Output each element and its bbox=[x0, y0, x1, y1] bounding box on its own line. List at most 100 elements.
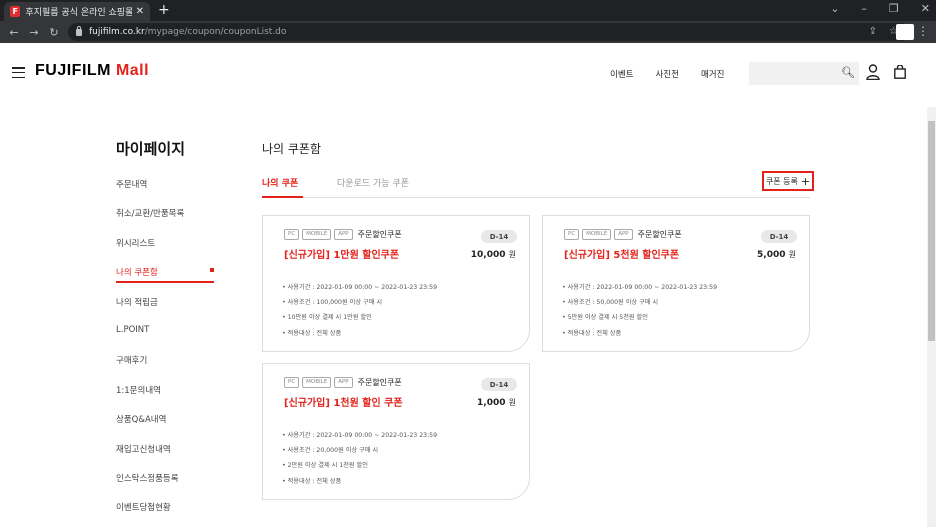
coupon-amount: 10,000 원 bbox=[471, 249, 516, 260]
url-path: /mypage/coupon/couponList.do bbox=[144, 27, 287, 37]
minimize-icon[interactable]: – bbox=[861, 2, 867, 15]
coupon-amount: 5,000 원 bbox=[757, 249, 796, 260]
coupon-amount: 1,000 원 bbox=[477, 397, 516, 408]
close-window-icon[interactable]: ✕ bbox=[921, 2, 930, 15]
shopping-bag-icon[interactable] bbox=[894, 65, 906, 79]
platform-tag-pc: PC bbox=[564, 229, 580, 240]
browser-tab-title: 후지필름 공식 온라인 쇼핑몰, 포 bbox=[25, 8, 132, 18]
coupon-tabs: 나의 쿠폰 다운로드 가능 쿠폰 bbox=[262, 176, 810, 198]
coupon-name: [신규가입] 1천원 할인 쿠폰 bbox=[284, 398, 403, 409]
active-indicator-icon bbox=[210, 268, 214, 273]
fujifilm-favicon-icon: F bbox=[10, 6, 21, 17]
page-scrollbar[interactable] bbox=[927, 107, 936, 527]
platform-tag-mobile: MOBILE bbox=[582, 229, 612, 240]
tab-downloadable-coupons[interactable]: 다운로드 가능 쿠폰 bbox=[337, 176, 409, 189]
dday-badge: D-14 bbox=[481, 230, 517, 243]
coupon-details: • 사용기간 : 2022-01-09 00:00 ~ 2022-01-23 2… bbox=[562, 282, 717, 343]
forward-arrow-icon[interactable]: → bbox=[28, 26, 40, 39]
platform-tags: PC MOBILE APP 주문할인쿠폰 bbox=[564, 229, 682, 240]
sidebar-item-orders[interactable]: 주문내역 bbox=[116, 176, 214, 205]
sidebar-item-my-coupons[interactable]: 나의 쿠폰함 bbox=[116, 264, 214, 293]
browser-menu-icon[interactable]: ⋮ bbox=[917, 24, 929, 38]
coupon-amount-unit: 원 bbox=[508, 250, 516, 259]
coupon-detail-discount: • 10만원 이상 결제 시 1만원 할인 bbox=[282, 314, 372, 322]
coupon-card: PC MOBILE APP 주문할인쿠폰 D-14 [신규가입] 1만원 할인쿠… bbox=[262, 215, 530, 352]
address-bar[interactable]: fujifilm.co.kr /mypage/coupon/couponList… bbox=[68, 23, 910, 41]
search-icon[interactable]: 🔍︎ bbox=[841, 66, 855, 79]
active-tab-underline bbox=[262, 196, 303, 198]
close-tab-icon[interactable]: ✕ bbox=[136, 6, 144, 17]
coupon-detail-discount: • 5만원 이상 결제 시 5천원 할인 bbox=[562, 314, 648, 322]
coupon-detail-condition: • 사용조건 : 100,000원 이상 구매 시 bbox=[282, 299, 383, 307]
scrollbar-thumb[interactable] bbox=[928, 121, 935, 341]
coupon-detail-period: • 사용기간 : 2022-01-09 00:00 ~ 2022-01-23 2… bbox=[282, 432, 438, 439]
sidebar-item-wishlist[interactable]: 위시리스트 bbox=[116, 235, 214, 264]
coupon-detail-discount: • 2만원 이상 결제 시 1천원 할인 bbox=[282, 462, 368, 470]
sidebar-item-cancel-return[interactable]: 취소/교환/반품목록 bbox=[116, 205, 214, 234]
logo-mall-text: Mall bbox=[115, 62, 150, 79]
coupon-details: • 사용기간 : 2022-01-09 00:00 ~ 2022-01-23 2… bbox=[282, 430, 437, 491]
sidebar-item-instax-register[interactable]: 인스탁스정품등록 bbox=[116, 470, 214, 499]
tab-search-chevron-icon[interactable]: ⌄ bbox=[830, 2, 839, 15]
coupon-card: PC MOBILE APP 주문할인쿠폰 D-14 [신규가입] 5천원 할인쿠… bbox=[542, 215, 810, 352]
platform-tags: PC MOBILE APP 주문할인쿠폰 bbox=[284, 377, 402, 388]
platform-tag-mobile: MOBILE bbox=[302, 229, 332, 240]
share-icon[interactable]: ⇪ bbox=[869, 26, 877, 37]
coupon-register-label: 쿠폰 등록 bbox=[765, 176, 798, 186]
sidebar-item-lpoint[interactable]: L.POINT bbox=[116, 323, 214, 352]
url-host: fujifilm.co.kr bbox=[89, 27, 145, 37]
page-title: 나의 쿠폰함 bbox=[262, 142, 322, 156]
reload-icon[interactable]: ↻ bbox=[48, 26, 60, 39]
coupon-detail-period: • 사용기간 : 2022-01-09 00:00 ~ 2022-01-23 2… bbox=[282, 284, 438, 291]
coupon-name: [신규가입] 5천원 할인쿠폰 bbox=[564, 250, 680, 261]
window-controls: ⌄ – ❐ ✕ bbox=[830, 2, 930, 15]
dday-badge: D-14 bbox=[481, 378, 517, 391]
coupon-card: PC MOBILE APP 주문할인쿠폰 D-14 [신규가입] 1천원 할인 … bbox=[262, 363, 530, 500]
sidebar-item-event-winners[interactable]: 이벤트당첨현황 bbox=[116, 499, 214, 528]
nav-event[interactable]: 이벤트 bbox=[610, 68, 633, 80]
coupon-amount-unit: 원 bbox=[788, 250, 796, 259]
coupon-type: 주문할인쿠폰 bbox=[357, 378, 402, 387]
platform-tag-pc: PC bbox=[284, 377, 300, 388]
dday-badge: D-14 bbox=[761, 230, 797, 243]
user-icon[interactable] bbox=[866, 64, 880, 80]
coupon-detail-condition: • 사용조건 : 20,000원 이상 구매 시 bbox=[282, 447, 379, 455]
sidebar-item-label: 나의 쿠폰함 bbox=[116, 268, 158, 279]
tab-my-coupons[interactable]: 나의 쿠폰 bbox=[262, 176, 298, 189]
top-nav: 이벤트 사진전 매거진 bbox=[610, 68, 724, 80]
platform-tag-app: APP bbox=[334, 229, 353, 240]
logo-text: FUJIFILM bbox=[35, 62, 111, 79]
plus-icon: + bbox=[800, 174, 811, 188]
coupon-type: 주문할인쿠폰 bbox=[357, 230, 402, 239]
coupon-detail-target: • 적용대상 : 전체 상품 bbox=[282, 477, 342, 485]
sidebar-item-points[interactable]: 나의 적립금 bbox=[116, 294, 214, 323]
coupon-amount-value: 5,000 bbox=[757, 250, 786, 260]
sidebar-item-restock[interactable]: 재입고신청내역 bbox=[116, 441, 214, 470]
browser-toolbar: ← → ↻ fujifilm.co.kr /mypage/coupon/coup… bbox=[0, 21, 936, 43]
lock-icon bbox=[76, 25, 82, 36]
coupon-register-button[interactable]: 쿠폰 등록 + bbox=[762, 171, 814, 191]
platform-tag-app: APP bbox=[614, 229, 633, 240]
back-arrow-icon[interactable]: ← bbox=[8, 26, 20, 39]
coupon-type: 주문할인쿠폰 bbox=[637, 230, 682, 239]
fujifilm-mall-logo[interactable]: FUJIFILM Mall bbox=[35, 62, 149, 80]
browser-tab[interactable]: F 후지필름 공식 온라인 쇼핑몰, 포 ✕ bbox=[4, 2, 150, 21]
coupon-amount-unit: 원 bbox=[508, 398, 516, 407]
restore-icon[interactable]: ❐ bbox=[889, 2, 899, 15]
platform-tags: PC MOBILE APP 주문할인쿠폰 bbox=[284, 229, 402, 240]
new-tab-icon[interactable]: + bbox=[158, 2, 170, 18]
nav-magazine[interactable]: 매거진 bbox=[701, 68, 724, 80]
platform-tag-app: APP bbox=[334, 377, 353, 388]
coupon-detail-condition: • 사용조건 : 50,000원 이상 구매 시 bbox=[562, 299, 659, 307]
sidebar-item-product-qna[interactable]: 상품Q&A내역 bbox=[116, 411, 214, 440]
coupon-details: • 사용기간 : 2022-01-09 00:00 ~ 2022-01-23 2… bbox=[282, 282, 437, 343]
hamburger-menu-icon[interactable] bbox=[12, 67, 25, 78]
sidebar-item-inquiries[interactable]: 1:1문의내역 bbox=[116, 382, 214, 411]
nav-exhibition[interactable]: 사진전 bbox=[655, 68, 678, 80]
sidebar-item-reviews[interactable]: 구매후기 bbox=[116, 352, 214, 381]
coupon-amount-value: 10,000 bbox=[470, 250, 506, 260]
coupon-name: [신규가입] 1만원 할인쿠폰 bbox=[284, 250, 400, 261]
browser-tab-strip: F 후지필름 공식 온라인 쇼핑몰, 포 ✕ + ⌄ – ❐ ✕ bbox=[0, 0, 936, 21]
profile-avatar[interactable] bbox=[896, 24, 914, 40]
platform-tag-pc: PC bbox=[284, 229, 300, 240]
